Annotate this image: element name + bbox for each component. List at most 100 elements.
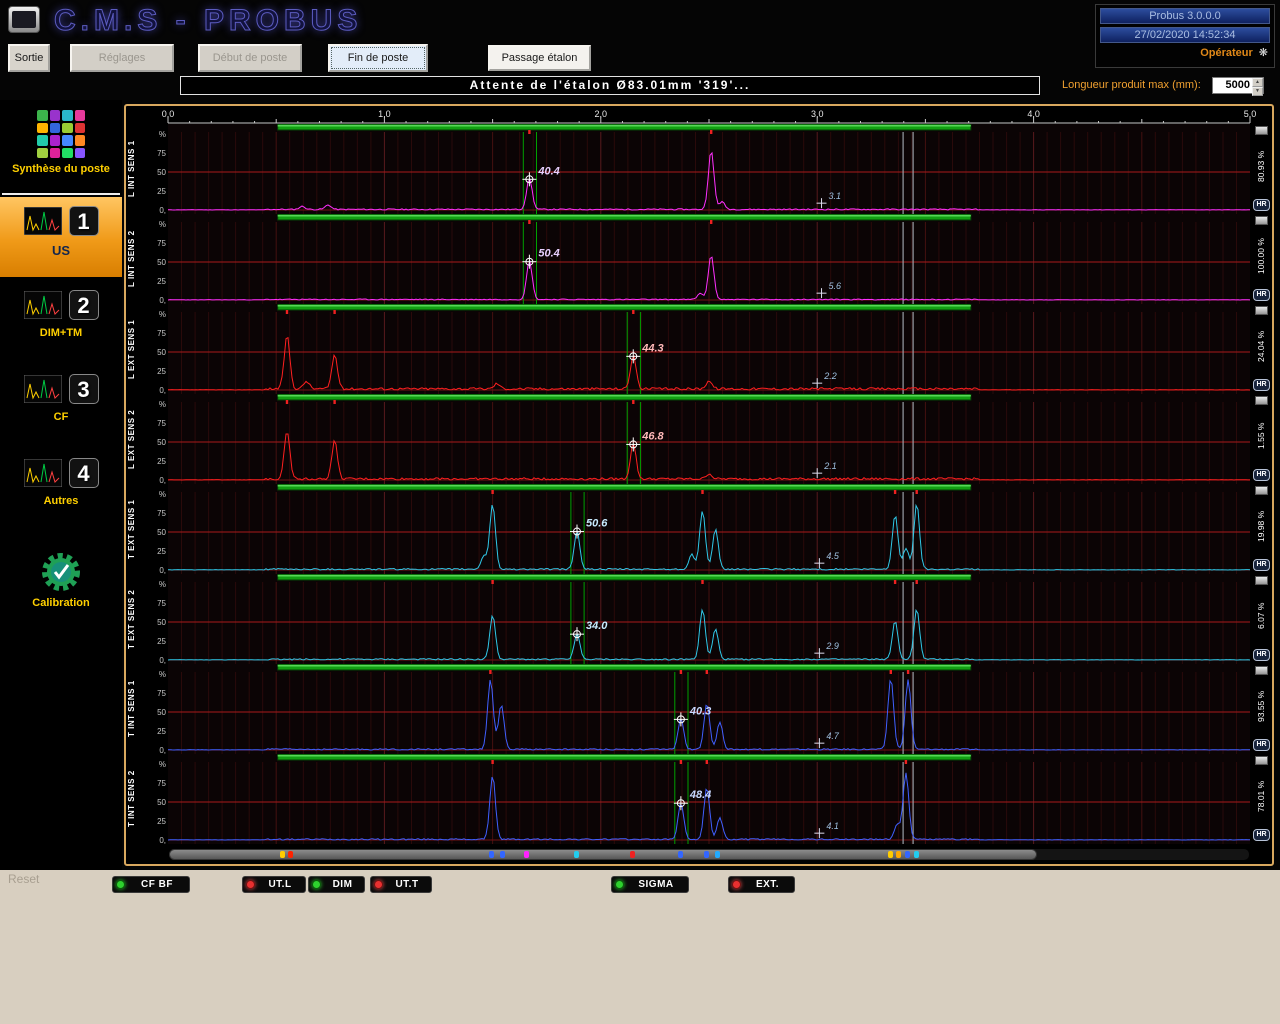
- passage-etalon-button[interactable]: Passage étalon: [488, 45, 591, 71]
- sidebar-item-autres[interactable]: 4 Autres: [0, 449, 122, 531]
- y-axis-tick: 25: [142, 277, 166, 286]
- channel-percent-label: 78.01 %: [1256, 767, 1268, 825]
- channel-plot-1: 40.4 3.1: [168, 124, 1250, 214]
- hr-badge[interactable]: HR: [1253, 649, 1270, 661]
- indicator-label: UT.T: [395, 879, 418, 890]
- longueur-value: 5000: [1213, 78, 1252, 93]
- channel-options-button[interactable]: [1255, 306, 1268, 315]
- svg-text:5,0: 5,0: [1244, 109, 1257, 119]
- hr-badge[interactable]: HR: [1253, 379, 1270, 391]
- svg-text:0,0: 0,0: [162, 109, 175, 119]
- grid-icon-square: [75, 123, 86, 134]
- channel-name: T EXT SENS 1: [127, 484, 140, 574]
- item-number: 2: [69, 290, 99, 320]
- y-axis-tick: 75: [142, 689, 166, 698]
- y-axis-tick: 50: [142, 528, 166, 537]
- grid-icon-square: [62, 148, 73, 159]
- waveform-icon: [24, 459, 62, 487]
- sidebar-item-cf[interactable]: 3 CF: [0, 365, 122, 447]
- svg-text:4.7: 4.7: [826, 731, 840, 741]
- channel-options-button[interactable]: [1255, 396, 1268, 405]
- svg-text:46.8: 46.8: [641, 430, 664, 442]
- grid-icon-square: [62, 110, 73, 121]
- grid-icon-square: [75, 135, 86, 146]
- channel-right-column: 93.55 % HR: [1252, 664, 1272, 754]
- channel-percent-label: 100.00 %: [1256, 227, 1268, 285]
- channel-strip-4: L EXT SENS 2%7550250,46.82.11.55 %HR: [126, 394, 1272, 484]
- red-led-icon: [732, 880, 741, 889]
- indicator-label: UT.L: [268, 879, 291, 890]
- channel-options-button[interactable]: [1255, 666, 1268, 675]
- gear-icon[interactable]: ❋: [1259, 47, 1268, 59]
- indicator-ext-: EXT.: [728, 876, 795, 893]
- channel-strip-1: L INT SENS 1%7550250,40.43.180.93 %HR: [126, 124, 1272, 214]
- svg-text:3.1: 3.1: [829, 191, 842, 201]
- y-axis-tick: %: [142, 760, 166, 769]
- hr-badge[interactable]: HR: [1253, 469, 1270, 481]
- channel-right-column: 80.93 %HR: [1252, 124, 1272, 214]
- defect-marker: [280, 851, 285, 858]
- channel-name: L EXT SENS 1: [127, 304, 140, 394]
- channel-options-button[interactable]: [1255, 576, 1268, 585]
- svg-text:2,0: 2,0: [595, 109, 608, 119]
- calibration-icon: [41, 552, 81, 592]
- channel-strip-2: L INT SENS 2%7550250,50.45.6100.00 %HR: [126, 214, 1272, 304]
- channel-right-column: 19.98 % HR: [1252, 484, 1272, 574]
- indicator-label: SIGMA: [638, 879, 673, 890]
- indicator-label: CF BF: [141, 879, 173, 890]
- app-title: C.M.S - PROBUS: [54, 4, 362, 38]
- y-axis-tick: 75: [142, 149, 166, 158]
- channel-percent-label: 19.98 %: [1256, 497, 1268, 555]
- y-axis-tick: %: [142, 310, 166, 319]
- sidebar-item-dim-tm[interactable]: 2 DIM+TM: [0, 281, 122, 363]
- y-axis-tick: %: [142, 670, 166, 679]
- svg-text:4.1: 4.1: [826, 821, 839, 831]
- y-axis-tick: 50: [142, 258, 166, 267]
- channel-percent-label: 93.55 %: [1256, 677, 1268, 735]
- system-info-panel: Probus 3.0.0.0 27/02/2020 14:52:34 Opéra…: [1095, 4, 1275, 68]
- grid-icon-square: [50, 123, 61, 134]
- channel-options-button[interactable]: [1255, 756, 1268, 765]
- grid-icon-square: [50, 148, 61, 159]
- y-axis-tick: 25: [142, 637, 166, 646]
- channel-strip-5: T EXT SENS 1%7550250,50.64.519.98 %HR: [126, 484, 1272, 574]
- channel-percent-label: 24.04 %: [1256, 317, 1268, 375]
- longueur-spinner[interactable]: 5000 ▲▼: [1212, 77, 1264, 94]
- sidebar-item-calibration[interactable]: Calibration: [0, 546, 122, 634]
- spin-down-button[interactable]: ▼: [1252, 87, 1263, 96]
- red-led-icon: [374, 880, 383, 889]
- reglages-button[interactable]: Réglages: [70, 44, 174, 72]
- synthese-grid-icon: [37, 110, 85, 158]
- hr-badge[interactable]: HR: [1253, 199, 1270, 211]
- svg-text:40.4: 40.4: [537, 165, 559, 177]
- hr-badge[interactable]: HR: [1253, 289, 1270, 301]
- hr-badge[interactable]: HR: [1253, 739, 1270, 751]
- y-axis-tick: 25: [142, 727, 166, 736]
- overview-scrollbar[interactable]: [168, 848, 1250, 861]
- sortie-button[interactable]: Sortie: [8, 44, 50, 72]
- operator-row: Opérateur❋: [1100, 46, 1270, 59]
- sidebar-item-synthese[interactable]: Synthèse du poste: [0, 102, 122, 190]
- y-axis-tick: 25: [142, 817, 166, 826]
- spin-up-button[interactable]: ▲: [1252, 78, 1263, 87]
- reset-label[interactable]: Reset: [8, 872, 39, 886]
- channel-plot-6: 34.02.9: [168, 574, 1250, 664]
- hr-badge[interactable]: HR: [1253, 559, 1270, 571]
- channel-right-column: 100.00 % HR: [1252, 214, 1272, 304]
- channel-options-button[interactable]: [1255, 216, 1268, 225]
- channel-options-button[interactable]: [1255, 486, 1268, 495]
- y-axis-tick: 50: [142, 348, 166, 357]
- svg-text:50.4: 50.4: [538, 248, 559, 260]
- sidebar-item-us[interactable]: 1 US: [0, 197, 122, 277]
- green-led-icon: [615, 880, 624, 889]
- debut-de-poste-button[interactable]: Début de poste: [198, 44, 302, 72]
- defect-marker: [715, 851, 720, 858]
- defect-marker: [524, 851, 529, 858]
- channel-name: T EXT SENS 2: [127, 574, 140, 664]
- defect-marker: [630, 851, 635, 858]
- hr-badge[interactable]: HR: [1253, 829, 1270, 841]
- channel-options-button[interactable]: [1255, 126, 1268, 135]
- fin-de-poste-button[interactable]: Fin de poste: [328, 44, 428, 72]
- svg-text:2.2: 2.2: [823, 371, 837, 381]
- grid-icon-square: [37, 110, 48, 121]
